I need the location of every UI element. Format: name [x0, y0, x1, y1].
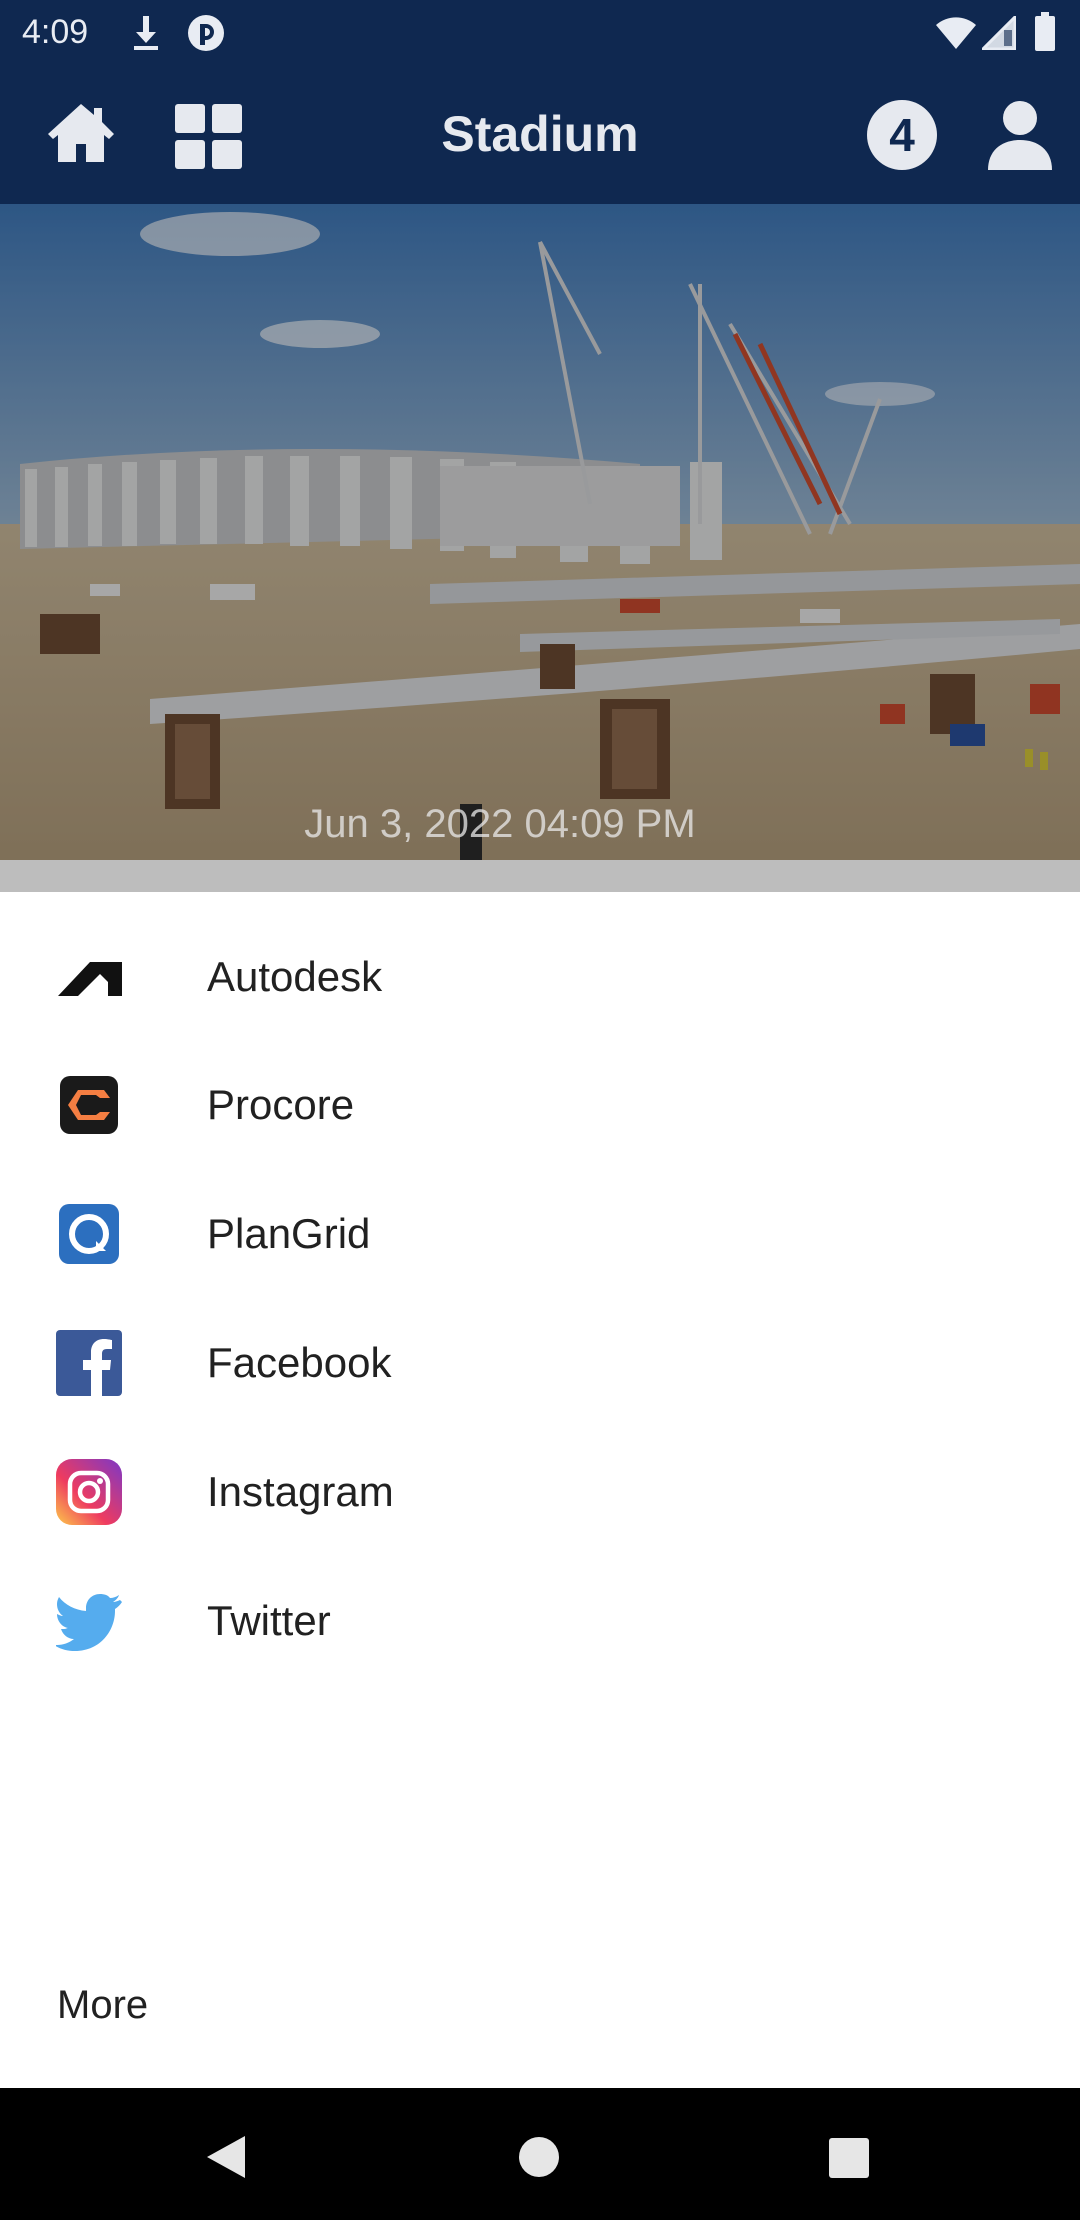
- more-button[interactable]: More: [57, 1980, 148, 2030]
- account-icon[interactable]: [986, 100, 1054, 172]
- share-item-label: Twitter: [207, 1597, 331, 1644]
- share-item-autodesk[interactable]: Autodesk: [0, 922, 1080, 1032]
- status-time: 4:09: [22, 13, 89, 51]
- cellular-signal-icon: [982, 16, 1016, 50]
- image-timestamp: Jun 3, 2022 04:09 PM: [304, 802, 696, 846]
- autodesk-icon: [58, 962, 122, 996]
- status-bar: 4:09: [0, 0, 1080, 64]
- share-item-label: PlanGrid: [207, 1210, 371, 1257]
- wifi-icon: [936, 17, 976, 49]
- home-circle-icon[interactable]: [518, 2136, 560, 2178]
- image-dim-overlay: [0, 204, 1080, 860]
- plangrid-icon: [59, 1204, 119, 1264]
- notification-app-icon: [188, 15, 224, 51]
- app-screen: 4:09 Stadium 4 Jun 3, 2022 04:09 PM Auto…: [0, 0, 1080, 2220]
- share-item-label: Instagram: [207, 1468, 394, 1515]
- facebook-icon: [56, 1330, 122, 1396]
- share-item-procore[interactable]: Procore: [0, 1050, 1080, 1160]
- share-item-twitter[interactable]: Twitter: [0, 1566, 1080, 1676]
- back-icon[interactable]: [205, 2134, 247, 2180]
- download-icon: [134, 16, 158, 50]
- twitter-icon: [56, 1594, 122, 1651]
- battery-icon: [1035, 12, 1055, 51]
- share-item-label: Procore: [207, 1081, 355, 1128]
- share-item-plangrid[interactable]: PlanGrid: [0, 1179, 1080, 1289]
- notification-count-badge[interactable]: 4: [867, 100, 937, 170]
- recents-icon[interactable]: [829, 2138, 869, 2178]
- sheet-scrim-band: [0, 860, 1080, 892]
- system-nav-bar: [0, 2088, 1080, 2220]
- camera-image[interactable]: Jun 3, 2022 04:09 PM: [0, 204, 1080, 860]
- procore-icon: [60, 1076, 118, 1134]
- share-item-instagram[interactable]: Instagram: [0, 1437, 1080, 1547]
- instagram-icon: [56, 1459, 122, 1525]
- share-sheet: Autodesk Procore PlanGrid Facebook Insta…: [0, 892, 1080, 2088]
- app-bar: Stadium 4: [0, 64, 1080, 204]
- share-item-label: Autodesk: [207, 953, 383, 1000]
- share-item-facebook[interactable]: Facebook: [0, 1308, 1080, 1418]
- share-item-label: Facebook: [207, 1339, 392, 1386]
